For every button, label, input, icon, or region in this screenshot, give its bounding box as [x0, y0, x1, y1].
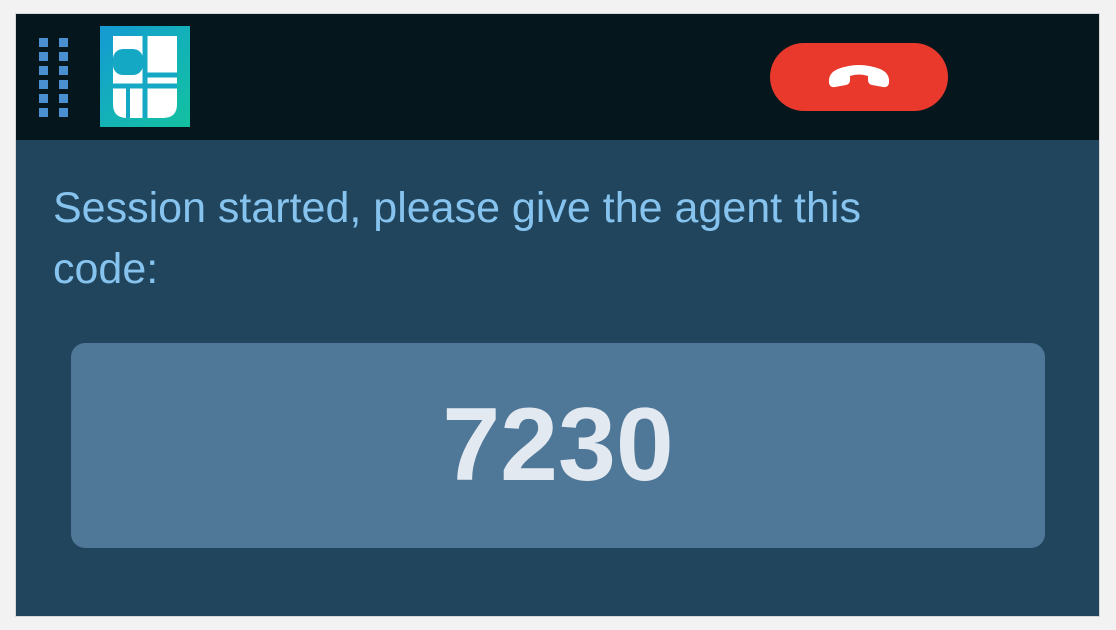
grip-dots-icon[interactable]: [39, 38, 69, 120]
grip-dot: [59, 52, 68, 61]
title-bar[interactable]: [16, 14, 1099, 140]
grip-dot: [59, 108, 68, 117]
session-window: Session started, please give the agent t…: [16, 14, 1099, 616]
app-logo-icon: [100, 26, 190, 127]
session-message: Session started, please give the agent t…: [53, 184, 861, 293]
session-code-box: 7230: [71, 343, 1045, 548]
grip-dot: [59, 80, 68, 89]
end-call-button[interactable]: [770, 43, 948, 111]
phone-hangup-icon: [828, 65, 890, 88]
grip-dot: [39, 52, 48, 61]
grip-dot: [59, 66, 68, 75]
grip-dot: [39, 108, 48, 117]
grip-dot: [39, 66, 48, 75]
grip-dot: [39, 80, 48, 89]
grip-dot: [39, 94, 48, 103]
grip-dot: [59, 38, 68, 47]
grip-dot: [59, 94, 68, 103]
grip-dot: [39, 38, 48, 47]
session-code: 7230: [442, 387, 674, 503]
